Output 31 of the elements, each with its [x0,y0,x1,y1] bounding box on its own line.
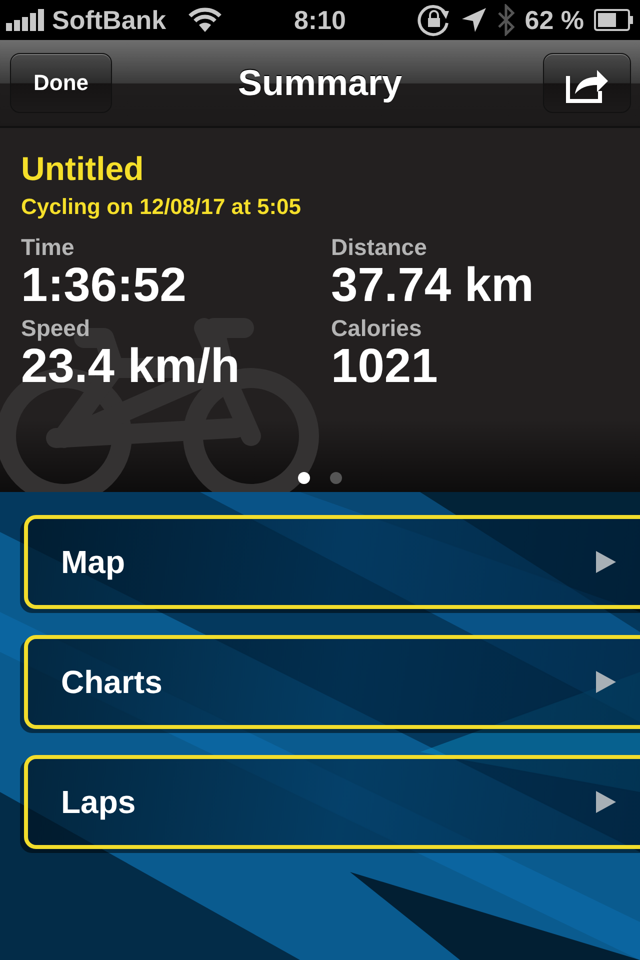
activity-subtitle: Cycling on 12/08/17 at 5:05 [21,194,302,220]
clock-time: 8:10 [294,4,346,34]
activity-title: Untitled [21,150,145,188]
menu-item[interactable]: Charts [24,635,640,729]
stat-value: 1:36:52 [21,261,186,311]
screen-title: Summary [238,62,402,103]
disclosure-arrow-icon [596,551,616,573]
location-arrow-icon [460,7,487,33]
stat-value: 37.74 km [331,261,534,311]
battery-percent: 62 % [524,4,584,36]
battery-icon [594,9,634,31]
carrier-name: SoftBank [52,4,166,36]
stat-value: 23.4 km/h [21,342,240,392]
disclosure-arrow-icon [596,671,616,693]
menu-item[interactable]: Laps [24,755,640,849]
signal-icon [6,9,44,31]
stat-value: 1021 [331,342,438,392]
wifi-icon [188,7,222,33]
rotation-lock-icon [416,3,451,37]
bicycle-icon [0,318,319,492]
stat-label: Calories [331,315,422,342]
page-dot[interactable] [298,472,310,484]
share-button[interactable] [543,53,631,113]
stat-label: Distance [331,234,427,261]
disclosure-arrow-icon [596,791,616,813]
bluetooth-icon [496,4,515,36]
page-dot[interactable] [330,472,342,484]
stat-label: Speed [21,315,90,342]
done-button[interactable]: Done [10,53,112,113]
menu-item[interactable]: Map [24,515,640,609]
stat-label: Time [21,234,74,261]
